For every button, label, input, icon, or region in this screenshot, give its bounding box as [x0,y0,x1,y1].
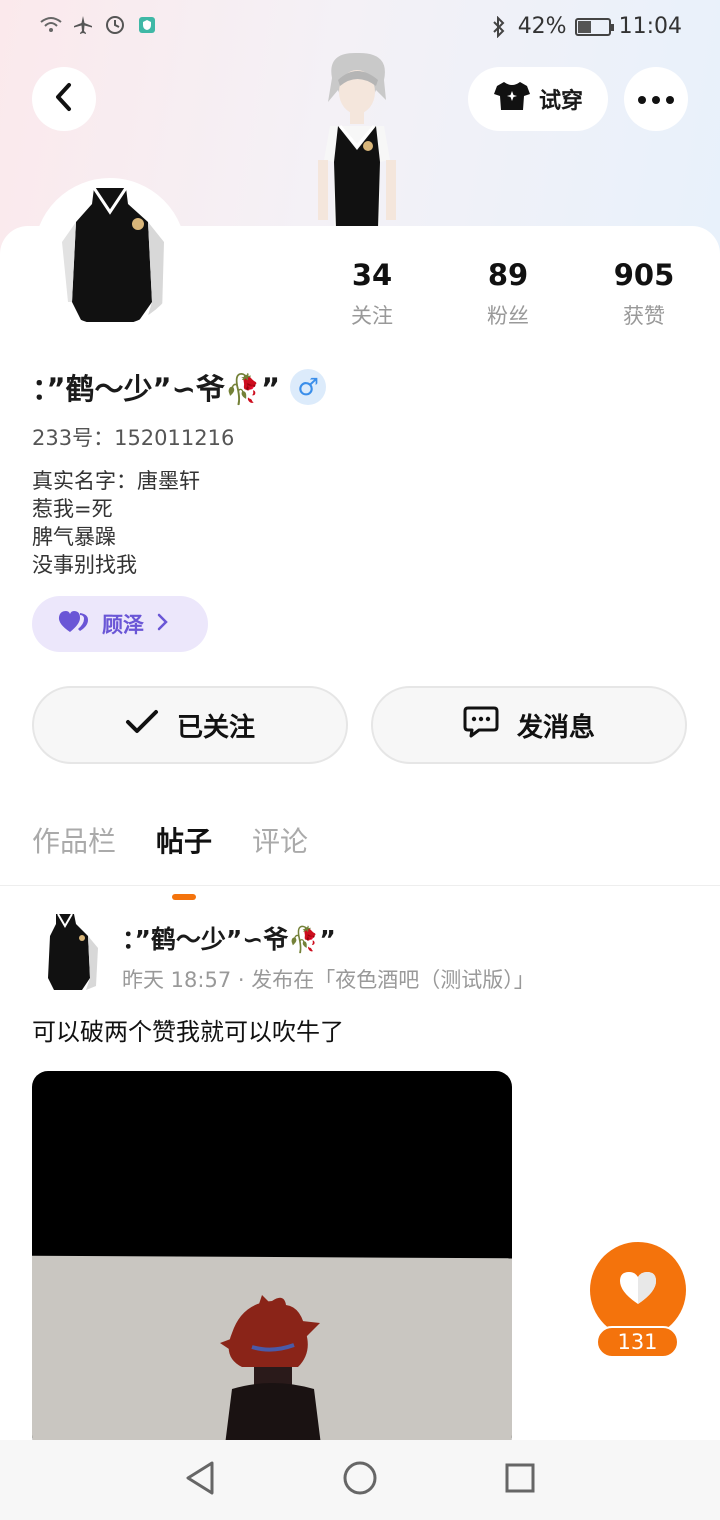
post-image-character [220,1295,322,1451]
post-author-avatar[interactable] [34,912,102,992]
tabs-divider [0,885,720,886]
heart-pair-icon [58,610,90,639]
followers-count: 89 [487,258,529,292]
bluetooth-icon [488,15,510,38]
stat-following[interactable]: 34 关注 [304,258,440,330]
battery-percent: 42% [517,14,567,39]
more-horizontal-icon [637,90,675,109]
post-image[interactable] [32,1071,512,1451]
avatar-character-banner [302,50,412,228]
profile-username: ：”鹤～少”∽爷🥀” [32,372,281,406]
nav-back-button[interactable] [178,1458,222,1502]
system-nav-bar [0,1440,720,1520]
square-recents-icon [504,1462,536,1498]
check-icon [125,709,159,742]
user-id[interactable]: 233号：152011216 [32,422,234,452]
stat-likes[interactable]: 905 获赞 [576,258,712,330]
bio-line: 惹我=死 [32,497,113,521]
t-shirt-icon [493,80,531,118]
post-author-name[interactable]: ：”鹤～少”∽爷🥀” [122,920,336,956]
send-message-label: 发消息 [516,712,595,743]
circle-home-icon [342,1460,378,1500]
send-message-button[interactable]: 发消息 [371,686,687,764]
tab-posts[interactable]: 帖子 [156,820,212,860]
post-meta: 昨天 18:57 · 发布在「夜色酒吧（测试版）」 [122,968,535,992]
battery-icon [574,17,614,36]
status-bar: 42% 11:04 [0,0,720,56]
stat-followers[interactable]: 89 粉丝 [440,258,576,330]
post-text[interactable]: 可以破两个赞我就可以吹牛了 [32,1012,344,1047]
relationship-badge[interactable]: 顾泽 [32,596,208,652]
chevron-right-icon [156,612,168,636]
avatar[interactable] [34,178,186,330]
more-button[interactable] [624,67,688,131]
male-icon: ♂ [290,369,327,405]
clock: 11:04 [618,14,682,39]
bio-line: 脾气暴躁 [32,525,116,549]
status-left-icons [40,14,158,36]
bio-line: 真实名字：唐墨轩 [32,469,200,493]
shield-icon [136,14,158,36]
nav-home-button[interactable] [338,1458,382,1502]
following-count: 34 [351,258,393,292]
profile-stats: 34 关注 89 粉丝 905 获赞 [304,258,720,330]
try-on-label: 试穿 [538,89,583,114]
status-right: 42% 11:04 [488,14,682,39]
followers-label: 粉丝 [487,304,529,328]
airplane-icon [72,14,94,36]
following-label: 关注 [351,304,393,328]
profile-bio: 真实名字：唐墨轩 惹我=死 脾气暴躁 没事别找我 [32,467,200,579]
profile-tabs: 作品栏 帖子 评论 [32,820,308,860]
chevron-left-icon [54,82,74,116]
like-count: 131 [596,1326,679,1358]
data-saver-icon [104,14,126,36]
try-on-button[interactable]: 试穿 [468,67,608,131]
wifi-icon [40,14,62,36]
triangle-back-icon [184,1460,216,1500]
chat-bubble-icon [463,705,499,746]
followed-label: 已关注 [176,712,255,743]
profile-username-row: ：”鹤～少”∽爷🥀” ♂ [32,366,327,408]
heart-icon [618,1270,658,1310]
nav-recents-button[interactable] [498,1458,542,1502]
back-button[interactable] [32,67,96,131]
likes-received-label: 获赞 [623,304,665,328]
like-button[interactable] [590,1242,686,1338]
likes-received-count: 905 [613,258,675,292]
bio-line: 没事别找我 [32,553,137,577]
followed-button[interactable]: 已关注 [32,686,348,764]
relationship-name: 顾泽 [102,613,144,637]
tab-comments[interactable]: 评论 [252,820,308,860]
tab-works[interactable]: 作品栏 [32,820,116,860]
